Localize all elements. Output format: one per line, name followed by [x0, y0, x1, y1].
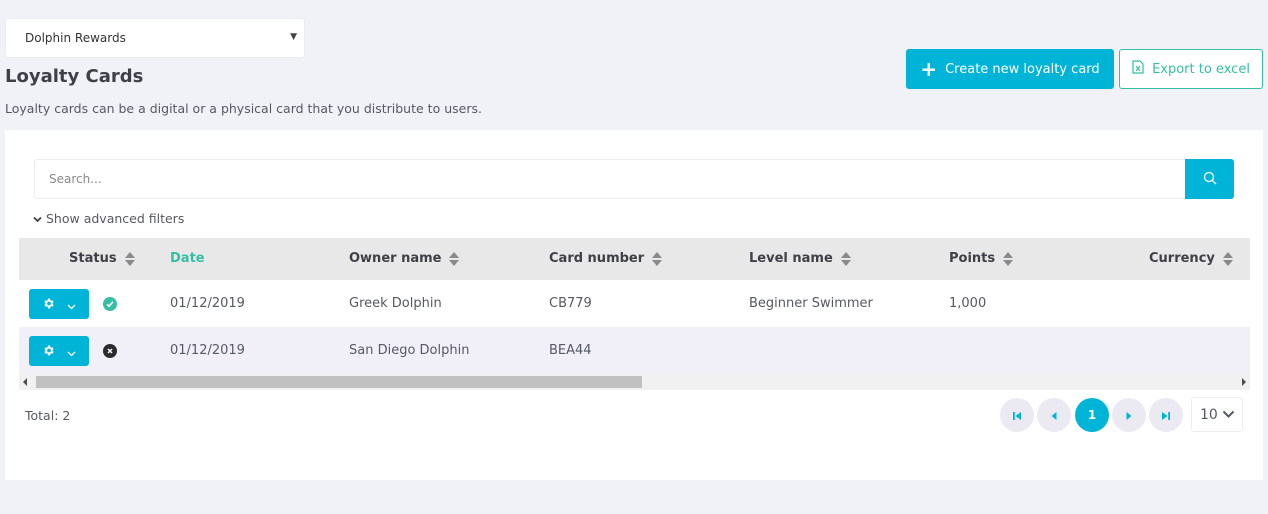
- page-description: Loyalty cards can be a digital or a phys…: [5, 101, 482, 116]
- page-size-select[interactable]: 10: [1191, 397, 1243, 432]
- cell-card-number: BEA44: [549, 343, 592, 358]
- scroll-left-arrow-icon[interactable]: [23, 378, 27, 386]
- cell-card-number: CB779: [549, 296, 592, 311]
- cell-date: 01/12/2019: [170, 343, 245, 358]
- row-actions-button[interactable]: [29, 289, 89, 319]
- export-to-excel-button[interactable]: Export to excel: [1119, 49, 1263, 89]
- export-to-excel-label: Export to excel: [1152, 61, 1250, 77]
- chevron-down-icon: [1222, 407, 1235, 423]
- cell-points: 1,000: [949, 296, 987, 311]
- previous-page-icon: [1050, 406, 1058, 425]
- plus-icon: +: [920, 57, 938, 81]
- column-label: Card number: [549, 251, 645, 266]
- sort-icon: [1003, 251, 1014, 266]
- program-select[interactable]: Dolphin Rewards ▼: [5, 18, 305, 58]
- sort-icon: [652, 251, 663, 266]
- program-select-value: Dolphin Rewards: [25, 31, 126, 45]
- sort-icon: [1222, 251, 1233, 266]
- column-header-date[interactable]: Date: [170, 251, 205, 266]
- search-button[interactable]: [1185, 159, 1234, 199]
- gear-icon: [42, 295, 55, 314]
- previous-page-button[interactable]: [1037, 398, 1071, 432]
- search-input[interactable]: [34, 159, 1186, 199]
- next-page-icon: [1125, 406, 1133, 425]
- last-page-icon: [1161, 406, 1171, 425]
- column-header-level-name[interactable]: Level name: [749, 251, 851, 266]
- table-header: Status Date Owner name Card number Level…: [19, 238, 1250, 280]
- search-icon: [1203, 170, 1217, 189]
- x-circle-icon: [103, 344, 117, 358]
- column-label: Owner name: [349, 251, 442, 266]
- sort-icon: [840, 251, 851, 266]
- sort-icon: [449, 251, 460, 266]
- column-label: Currency: [1149, 251, 1215, 266]
- cell-owner-name: Greek Dolphin: [349, 296, 442, 311]
- loyalty-cards-panel: Show advanced filters Status Date Owner …: [5, 130, 1263, 480]
- column-header-status[interactable]: Status: [69, 251, 135, 266]
- check-circle-icon: [103, 297, 117, 311]
- last-page-button[interactable]: [1149, 398, 1183, 432]
- column-header-card-number[interactable]: Card number: [549, 251, 663, 266]
- scroll-right-arrow-icon[interactable]: [1242, 378, 1246, 386]
- sort-icon: [124, 251, 135, 266]
- column-label: Level name: [749, 251, 833, 266]
- table-row: 01/12/2019 Greek Dolphin CB779 Beginner …: [19, 280, 1250, 327]
- cell-level-name: Beginner Swimmer: [749, 296, 873, 311]
- column-label: Points: [949, 251, 996, 266]
- chevron-down-icon: [33, 211, 42, 226]
- show-advanced-filters-toggle[interactable]: Show advanced filters: [33, 211, 184, 226]
- cell-owner-name: San Diego Dolphin: [349, 343, 470, 358]
- create-loyalty-card-label: Create new loyalty card: [945, 61, 1100, 77]
- create-loyalty-card-button[interactable]: + Create new loyalty card: [906, 49, 1114, 89]
- scrollbar-thumb[interactable]: [36, 376, 642, 388]
- cell-date: 01/12/2019: [170, 296, 245, 311]
- select-caret-icon: ▼: [290, 32, 297, 42]
- column-label: Date: [170, 251, 205, 266]
- page-title: Loyalty Cards: [5, 66, 144, 87]
- column-header-currency[interactable]: Currency: [1149, 251, 1233, 266]
- gear-icon: [42, 342, 55, 361]
- column-label: Status: [69, 251, 117, 266]
- loyalty-cards-table: Status Date Owner name Card number Level…: [19, 238, 1250, 390]
- column-header-owner-name[interactable]: Owner name: [349, 251, 460, 266]
- next-page-button[interactable]: [1112, 398, 1146, 432]
- page-button-current[interactable]: 1: [1075, 398, 1109, 432]
- first-page-button[interactable]: [1000, 398, 1034, 432]
- chevron-down-icon: [67, 342, 76, 361]
- first-page-icon: [1012, 406, 1022, 425]
- chevron-down-icon: [67, 295, 76, 314]
- column-header-points[interactable]: Points: [949, 251, 1014, 266]
- total-count: Total: 2: [25, 408, 71, 423]
- horizontal-scrollbar[interactable]: [19, 374, 1250, 390]
- search-bar: [34, 159, 1234, 199]
- page-size-value: 10: [1200, 406, 1218, 423]
- row-actions-button[interactable]: [29, 336, 89, 366]
- excel-file-icon: [1132, 60, 1144, 78]
- advanced-filters-label: Show advanced filters: [46, 211, 185, 226]
- table-row: 01/12/2019 San Diego Dolphin BEA44: [19, 327, 1250, 374]
